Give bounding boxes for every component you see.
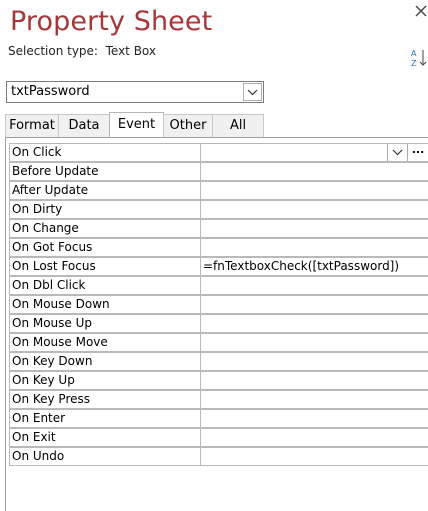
- property-value-cell[interactable]: [200, 447, 428, 466]
- property-label: After Update: [9, 181, 200, 200]
- property-label: On Dbl Click: [9, 276, 200, 295]
- property-row: On Enter: [9, 409, 428, 428]
- selection-type: Selection type: Text Box: [8, 44, 156, 58]
- property-row: On Undo: [9, 447, 428, 466]
- ellipsis-icon[interactable]: ...: [407, 144, 428, 161]
- property-value-cell[interactable]: [200, 371, 428, 390]
- property-label: Before Update: [9, 162, 200, 181]
- property-label: On Got Focus: [9, 238, 200, 257]
- property-row: On Key Down: [9, 352, 428, 371]
- property-row: On Key Up: [9, 371, 428, 390]
- property-row: On Dirty: [9, 200, 428, 219]
- property-row: After Update: [9, 181, 428, 200]
- property-label: On Dirty: [9, 200, 200, 219]
- pane-title: Property Sheet: [10, 6, 213, 37]
- property-label: On Key Up: [9, 371, 200, 390]
- property-label: On Key Down: [9, 352, 200, 371]
- property-row: On Dbl Click: [9, 276, 428, 295]
- property-row: On Mouse Up: [9, 314, 428, 333]
- tab-other[interactable]: Other: [163, 114, 213, 137]
- property-value-cell[interactable]: [200, 162, 428, 181]
- property-value-cell[interactable]: [200, 333, 428, 352]
- tab-format[interactable]: Format: [5, 114, 59, 137]
- selection-type-label: Selection type:: [8, 44, 98, 58]
- property-row: Before Update: [9, 162, 428, 181]
- close-icon[interactable]: [413, 0, 428, 22]
- property-row: On Click ...: [9, 143, 428, 162]
- property-value-cell[interactable]: [200, 314, 428, 333]
- svg-text:A: A: [411, 49, 417, 58]
- property-label: On Undo: [9, 447, 200, 466]
- selection-type-value: Text Box: [105, 44, 156, 58]
- property-label: On Mouse Down: [9, 295, 200, 314]
- property-row: On Mouse Move: [9, 333, 428, 352]
- tab-all[interactable]: All: [212, 114, 264, 137]
- property-value-cell[interactable]: [200, 238, 428, 257]
- chevron-down-icon[interactable]: [243, 83, 262, 101]
- property-row: On Exit: [9, 428, 428, 447]
- property-row: On Got Focus: [9, 238, 428, 257]
- property-value-cell[interactable]: [200, 390, 428, 409]
- tab-data[interactable]: Data: [58, 114, 110, 137]
- object-selector-value: txtPassword: [11, 84, 90, 99]
- property-value-cell[interactable]: [200, 352, 428, 371]
- tab-event[interactable]: Event: [109, 112, 164, 137]
- property-value-cell[interactable]: [200, 219, 428, 238]
- property-value-cell[interactable]: [200, 181, 428, 200]
- property-value-cell[interactable]: [200, 428, 428, 447]
- property-label: On Lost Focus: [9, 257, 200, 276]
- property-row: On Key Press: [9, 390, 428, 409]
- property-value: =fnTextboxCheck([txtPassword]): [203, 259, 400, 273]
- property-value-cell[interactable]: [200, 409, 428, 428]
- sort-az-icon[interactable]: A Z: [411, 48, 428, 68]
- property-value-cell[interactable]: [200, 276, 428, 295]
- property-label: On Mouse Move: [9, 333, 200, 352]
- property-value-cell[interactable]: ...: [200, 143, 428, 162]
- property-label: On Mouse Up: [9, 314, 200, 333]
- property-row: On Change: [9, 219, 428, 238]
- property-value-cell[interactable]: [200, 200, 428, 219]
- property-grid: On Click ... Before Update After Update …: [5, 137, 428, 511]
- chevron-down-icon[interactable]: [387, 144, 407, 161]
- property-row: On Mouse Down: [9, 295, 428, 314]
- property-row: On Lost Focus =fnTextboxCheck([txtPasswo…: [9, 257, 428, 276]
- tab-strip: Format Data Event Other All: [0, 112, 428, 137]
- property-label: On Exit: [9, 428, 200, 447]
- property-label: On Change: [9, 219, 200, 238]
- svg-text:Z: Z: [411, 59, 417, 68]
- property-value-cell[interactable]: [200, 295, 428, 314]
- property-label: On Enter: [9, 409, 200, 428]
- property-label: On Key Press: [9, 390, 200, 409]
- object-selector[interactable]: txtPassword: [6, 81, 264, 103]
- property-value-cell[interactable]: =fnTextboxCheck([txtPassword]): [200, 257, 428, 276]
- property-label: On Click: [9, 143, 200, 162]
